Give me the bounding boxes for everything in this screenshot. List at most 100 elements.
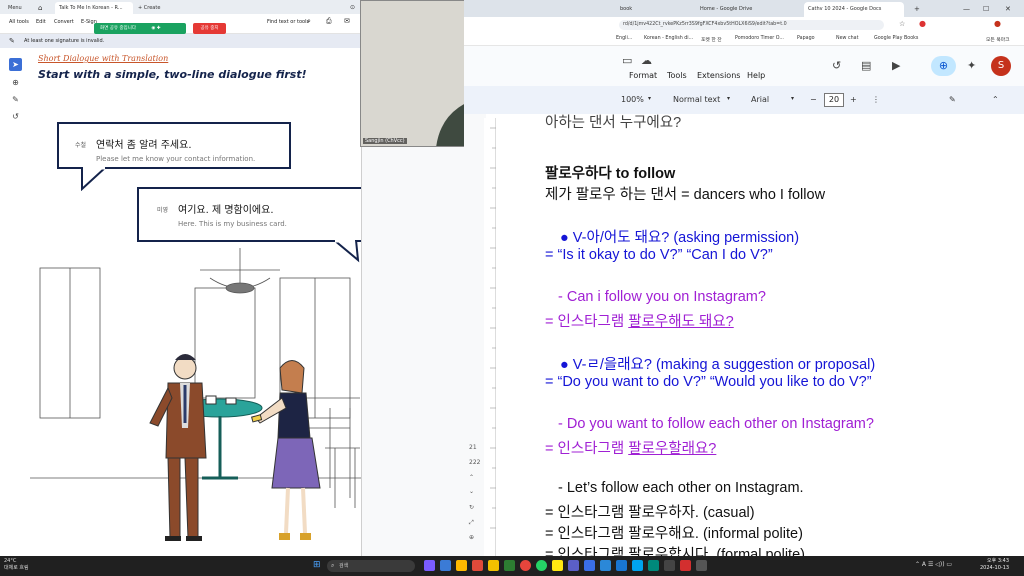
chrome-icon[interactable] <box>520 560 531 571</box>
app-red-icon[interactable] <box>472 560 483 571</box>
menu-edit[interactable]: Edit <box>36 19 46 25</box>
all-bookmarks[interactable]: 모든 북마크 <box>986 36 1010 43</box>
side-up-icon[interactable]: ⌃ <box>469 474 474 481</box>
font-select[interactable]: Arial <box>751 95 769 104</box>
side-refresh-icon[interactable]: ↻ <box>469 504 474 511</box>
extension-icon[interactable]: ● <box>919 19 926 28</box>
menu-all-tools[interactable]: All tools <box>9 19 29 25</box>
menu-tab[interactable]: Menu <box>8 2 22 14</box>
new-tab-icon[interactable]: + <box>910 2 920 17</box>
bookmark-play-books[interactable]: Google Play Books <box>874 36 918 41</box>
home-icon[interactable]: ⌂ <box>38 2 42 14</box>
word-icon[interactable] <box>616 560 627 571</box>
paragraph-style-select[interactable]: Normal text <box>673 95 720 104</box>
bookmark-english[interactable]: Engli... <box>616 36 632 41</box>
tab-talk-to-me[interactable]: Talk To Me In Korean - R... <box>55 2 133 14</box>
taskbar-clock[interactable]: 오후 3:43 2024-10-13 <box>980 558 1009 572</box>
decrease-font-icon[interactable]: − <box>810 95 817 104</box>
gemini-icon[interactable]: ✦ <box>967 59 976 72</box>
zoom-chevron-icon[interactable]: ▾ <box>648 95 651 102</box>
avatar[interactable]: S <box>991 56 1011 76</box>
share-banner-text: 화면 공유 중입니다 <box>100 26 136 31</box>
video-call-icon[interactable]: ▶ <box>892 59 900 72</box>
taskbar-search[interactable]: ⌕ 검색 <box>327 560 415 572</box>
side-down-icon[interactable]: ⌄ <box>469 488 474 495</box>
menu-help[interactable]: Help <box>747 71 765 80</box>
bookmark-new-chat[interactable]: New chat <box>836 36 859 41</box>
explorer-icon[interactable] <box>440 560 451 571</box>
teams-icon[interactable] <box>568 560 579 571</box>
share-controls-icon[interactable]: ◉ ✚ <box>151 26 160 31</box>
store-icon[interactable] <box>632 560 643 571</box>
zoom-app-icon[interactable] <box>584 560 595 571</box>
profile-icon[interactable]: ● <box>994 19 1001 28</box>
bookmark-korean-english[interactable]: Korean - English di... <box>644 36 693 41</box>
help-icon[interactable]: ⊙ <box>350 2 355 14</box>
weather-widget[interactable]: 24°C 대체로 흐림 <box>4 558 29 572</box>
mail-icon[interactable]: ✉ <box>344 17 350 25</box>
lasso-tool-icon[interactable]: ↺ <box>9 110 22 123</box>
tab-book[interactable]: book <box>616 2 686 17</box>
acrobat-icon[interactable] <box>680 560 691 571</box>
app-gray-icon[interactable] <box>696 560 707 571</box>
menu-format[interactable]: Format <box>629 71 657 80</box>
url-field[interactable]: rd/d/1jmv422Ct_rvkePKz5rr3S9fgFXCF4xbv5t… <box>619 20 884 30</box>
cloud-status-icon[interactable]: ☁ <box>641 54 652 67</box>
app-teal-icon[interactable] <box>648 560 659 571</box>
side-zoom-in-icon[interactable]: ⊕ <box>469 534 474 541</box>
close-icon[interactable]: ✕ <box>1001 2 1011 17</box>
start-icon[interactable]: ⊞ <box>313 560 321 570</box>
minimize-icon[interactable]: — <box>959 2 970 17</box>
taskview-icon[interactable] <box>424 560 435 571</box>
side-expand-icon[interactable]: ⤢ <box>469 519 474 527</box>
style-chevron-icon[interactable]: ▾ <box>727 95 730 102</box>
desktop: Menu ⌂ Talk To Me In Korean - R... + Cre… <box>0 0 1024 576</box>
system-tray[interactable]: ⌃ A ☰ ◁)) ▭ <box>915 561 952 568</box>
zoom-select[interactable]: 100% <box>621 95 644 104</box>
chrome-tab-strip: book Home - Google Drive Cathv 10 2024 -… <box>464 0 1024 17</box>
menu-tools[interactable]: Tools <box>667 71 687 80</box>
search-icon[interactable]: ⌕ <box>307 17 311 26</box>
increase-font-icon[interactable]: + <box>850 95 857 104</box>
zoom-tool-icon[interactable]: ⊕ <box>9 76 22 89</box>
doc-line-6: = 인스타그램 팔로우해도 돼요? <box>545 310 734 331</box>
docs-page[interactable]: 아하는 댄서 누구에요? 팔로우하다 to follow 제가 팔로우 하는 댄… <box>498 114 1024 556</box>
files-icon[interactable] <box>456 560 467 571</box>
maximize-icon[interactable]: ☐ <box>979 2 989 17</box>
select-tool-icon[interactable]: ➤ <box>9 58 22 71</box>
history-icon[interactable]: ↺ <box>832 59 841 72</box>
editing-mode-icon[interactable]: ✎ <box>949 95 956 104</box>
bookmark-pocket[interactable]: 포켓 한 잔 <box>701 36 722 43</box>
print-icon[interactable]: ⎙ <box>326 17 332 26</box>
find-text-button[interactable]: Find text or tools <box>267 19 309 25</box>
font-size-input[interactable]: 20 <box>824 93 844 107</box>
share-button[interactable]: ⊕ <box>931 56 956 76</box>
collapse-toolbar-icon[interactable]: ⌃ <box>992 95 999 104</box>
doc-line-6-underlined: 팔로우해도 돼요? <box>628 314 734 330</box>
bookmark-papago[interactable]: Papago <box>797 36 815 41</box>
mail-app-icon[interactable] <box>600 560 611 571</box>
whatsapp-icon[interactable] <box>536 560 547 571</box>
menu-extensions[interactable]: Extensions <box>697 71 740 80</box>
kakaotalk-icon[interactable] <box>552 560 563 571</box>
docs-menu-bar: ▭ ☁ Format Tools Extensions Help ↺ ▤ ▶ ⊕… <box>464 46 1024 86</box>
tab-google-docs[interactable]: Cathv 10 2024 - Google Docs <box>804 2 904 17</box>
pdf-page: Short Dialogue with Translation Start wi… <box>30 48 361 556</box>
doc-line-2: 제가 팔로우 하는 댄서 = dancers who I follow <box>545 187 826 203</box>
folder-icon[interactable]: ▭ <box>622 54 632 67</box>
tab-google-drive[interactable]: Home - Google Drive <box>696 2 796 17</box>
folder-app-icon[interactable] <box>488 560 499 571</box>
app-dark-icon[interactable] <box>664 560 675 571</box>
pen-tool-icon[interactable]: ✎ <box>9 93 22 106</box>
more-options-icon[interactable]: ⋮ <box>872 95 880 104</box>
doc-line-7: ● V-ㄹ/을래요? (making a suggestion or propo… <box>560 357 876 373</box>
side-number-1: 21 <box>469 444 477 451</box>
stop-share-button[interactable]: 공유 중지 <box>193 23 226 34</box>
bookmark-star-icon[interactable]: ☆ <box>899 20 905 28</box>
menu-convert[interactable]: Convert <box>54 19 74 25</box>
excel-icon[interactable] <box>504 560 515 571</box>
font-chevron-icon[interactable]: ▾ <box>791 95 794 102</box>
create-tab[interactable]: + Create <box>138 2 160 14</box>
bookmark-pomodoro[interactable]: Pomodoro Timer O... <box>735 36 784 41</box>
comment-icon[interactable]: ▤ <box>861 59 871 72</box>
